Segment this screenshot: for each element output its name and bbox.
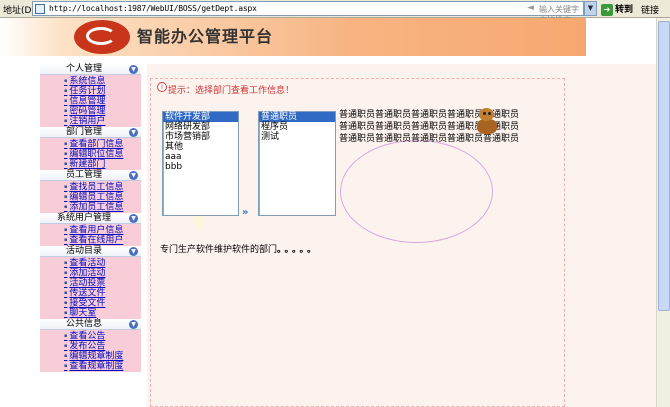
- menu-section-personal[interactable]: 个人管理 ▼: [40, 64, 141, 75]
- go-arrow-icon: ➜: [601, 4, 613, 16]
- menu-section-items: 查找员工信息 编辑员工信息 添加员工信息: [40, 181, 141, 213]
- menu-link-task-plan[interactable]: 任务计划: [64, 86, 141, 97]
- chevron-down-icon: ▼: [587, 4, 594, 12]
- menu-section-items: 系统信息 任务计划 信息管理 密码管理 注销用户: [40, 75, 141, 127]
- hint-text: 提示：选择部门查看工作信息！: [168, 86, 295, 96]
- collapse-chevron-icon[interactable]: ▼: [129, 128, 138, 137]
- address-input[interactable]: http://localhost:1987/WebUI/BOSS/getDept…: [32, 1, 584, 25]
- address-label: 地址(D): [3, 6, 35, 16]
- collapse-chevron-icon[interactable]: ▼: [129, 214, 138, 223]
- menu-link-post-notice[interactable]: 发布公告: [64, 341, 141, 352]
- menu-link-activity-vote[interactable]: 活动投票: [64, 278, 141, 289]
- menu-link-view-users[interactable]: 查看用户信息: [64, 225, 141, 236]
- menu-link-view-notice[interactable]: 查看公告: [64, 331, 141, 342]
- position-option[interactable]: 程序员: [259, 122, 335, 132]
- menu-section-items: 查看用户信息 查看在线用户: [40, 224, 141, 246]
- address-url: http://localhost:1987/WebUI/BOSS/getDept…: [49, 4, 257, 13]
- menu-link-edit-position[interactable]: 编辑职位信息: [64, 149, 141, 160]
- position-option[interactable]: 普通职员: [259, 112, 335, 122]
- department-option[interactable]: 市场营销部: [163, 132, 238, 142]
- bear-mascot-icon: [477, 108, 497, 134]
- menu-link-view-activity[interactable]: 查看活动: [64, 258, 141, 269]
- menu-section-items: 查看公告 发布公告 编辑规章制度 查看规章制度: [40, 330, 141, 372]
- collapse-chevron-icon[interactable]: ▼: [129, 320, 138, 329]
- sidebar-menu: 个人管理 ▼ 系统信息 任务计划 信息管理 密码管理 注销用户 部门管理 ▼ 查…: [40, 64, 141, 407]
- menu-link-receive-file[interactable]: 接受文件: [64, 298, 141, 309]
- menu-section-employee[interactable]: 员工管理 ▼: [40, 170, 141, 181]
- menu-link-chat-room[interactable]: 聊天室: [64, 308, 141, 319]
- menu-section-public[interactable]: 公共信息 ▼: [40, 319, 141, 330]
- back-arrow-icon[interactable]: ◄: [527, 3, 534, 13]
- menu-link-logout[interactable]: 注销用户: [64, 116, 141, 127]
- tooltip-tail: [194, 216, 204, 234]
- collapse-chevron-icon[interactable]: ▼: [129, 247, 138, 256]
- links-button[interactable]: 链接: [641, 3, 659, 16]
- menu-link-add-employee[interactable]: 添加员工信息: [64, 202, 141, 213]
- menu-section-activity[interactable]: 活动目录 ▼: [40, 246, 141, 257]
- page-icon: [35, 4, 45, 14]
- menu-link-edit-employee[interactable]: 编辑员工信息: [64, 192, 141, 203]
- department-option[interactable]: 网络研发部: [163, 122, 238, 132]
- staff-line: 普通职员普通职员普通职员普通职员普通职员: [339, 134, 520, 144]
- collapse-chevron-icon[interactable]: ▼: [129, 171, 138, 180]
- menu-section-system-user[interactable]: 系统用户管理 ▼: [40, 213, 141, 224]
- address-dropdown-button[interactable]: ▼: [584, 1, 597, 16]
- menu-section-items: 查看活动 添加活动 活动投票 传送文件 接受文件 聊天室: [40, 257, 141, 319]
- menu-link-online-users[interactable]: 查看在线用户: [64, 235, 141, 246]
- menu-link-view-department[interactable]: 查看部门信息: [64, 139, 141, 150]
- department-option[interactable]: aaa: [163, 152, 238, 162]
- vertical-scrollbar[interactable]: [656, 18, 670, 407]
- double-arrow-icon: »: [242, 207, 249, 218]
- menu-section-title: 公共信息: [65, 319, 102, 329]
- department-listbox[interactable]: 软件开发部 网络研发部 市场营销部 其他 aaa bbb: [162, 111, 239, 216]
- go-button[interactable]: ➜ 转到: [601, 2, 634, 16]
- menu-link-system-info[interactable]: 系统信息: [64, 76, 141, 87]
- position-listbox[interactable]: 普通职员 程序员 测试: [258, 111, 336, 216]
- description-text: 专门生产软件维护软件的部门: [160, 245, 278, 255]
- logo-icon: [74, 20, 130, 54]
- app-title: 智能办公管理平台: [137, 27, 274, 46]
- scroll-thumb[interactable]: [658, 21, 670, 311]
- menu-link-find-employee[interactable]: 查找员工信息: [64, 182, 141, 193]
- department-option[interactable]: 软件开发部: [163, 112, 238, 122]
- menu-section-title: 部门管理: [65, 127, 102, 137]
- menu-link-edit-rules[interactable]: 编辑规章制度: [64, 351, 141, 362]
- banner: 智能办公管理平台: [0, 18, 586, 56]
- collapse-chevron-icon[interactable]: ▼: [129, 65, 138, 74]
- menu-link-add-activity[interactable]: 添加活动: [64, 268, 141, 279]
- department-option[interactable]: bbb: [163, 162, 238, 172]
- menu-section-items: 查看部门信息 编辑职位信息 新建部门: [40, 138, 141, 170]
- address-bar: 地址(D) http://localhost:1987/WebUI/BOSS/g…: [0, 0, 670, 25]
- position-option[interactable]: 测试: [259, 132, 335, 142]
- menu-section-title: 系统用户管理: [56, 213, 111, 223]
- decorative-ellipse: [340, 140, 493, 243]
- menu-section-department[interactable]: 部门管理 ▼: [40, 127, 141, 138]
- menu-link-info-manage[interactable]: 信息管理: [64, 96, 141, 107]
- main-content: i 提示：选择部门查看工作信息！ 软件开发部 网络研发部 市场营销部 其他 aa…: [147, 64, 656, 407]
- menu-section-title: 活动目录: [65, 246, 102, 256]
- menu-section-title: 个人管理: [65, 64, 102, 74]
- menu-section-title: 员工管理: [65, 170, 102, 180]
- department-description: 专门生产软件维护软件的部门。。。。。: [160, 244, 319, 256]
- menu-link-send-file[interactable]: 传送文件: [64, 288, 141, 299]
- go-label: 转到: [615, 5, 634, 15]
- department-option[interactable]: 其他: [163, 142, 238, 152]
- menu-link-password-manage[interactable]: 密码管理: [64, 106, 141, 117]
- menu-link-view-rules[interactable]: 查看规章制度: [64, 361, 141, 372]
- menu-link-new-department[interactable]: 新建部门: [64, 159, 141, 170]
- description-dots: 。。。。。: [277, 245, 320, 255]
- hint-icon: i: [157, 82, 167, 92]
